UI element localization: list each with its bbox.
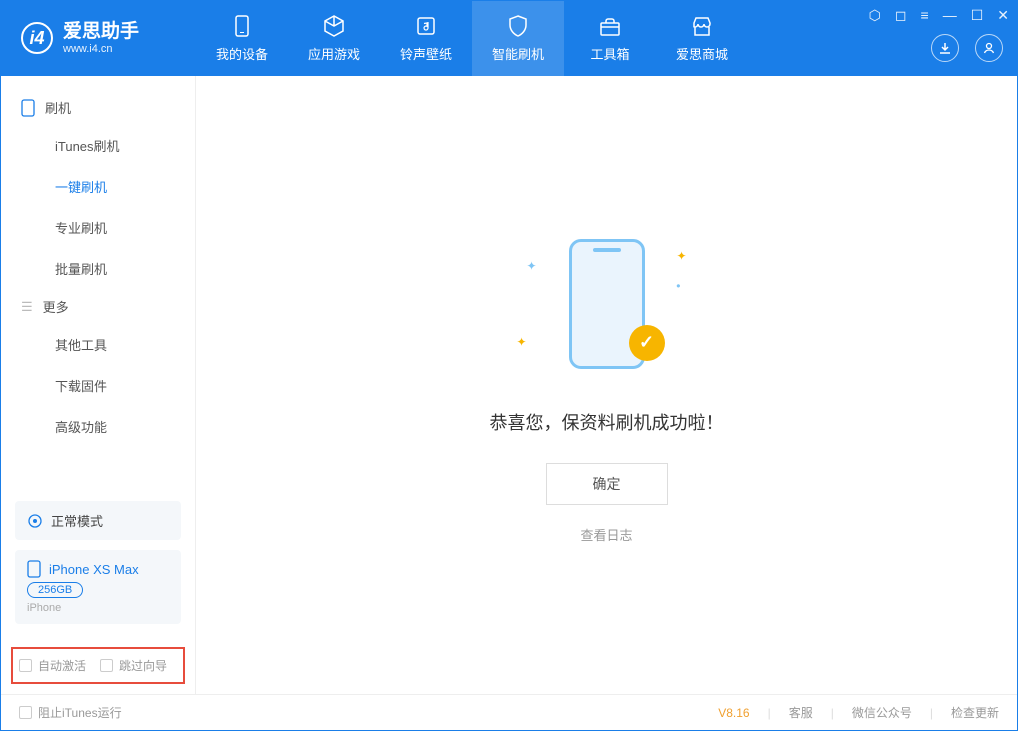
maximize-button[interactable]: ☐	[971, 7, 984, 24]
highlighted-options: 自动激活 跳过向导	[11, 647, 185, 684]
device-icon	[230, 14, 254, 38]
window-controls: ⬡ ◻ ≡ — ☐ ✕	[869, 7, 1009, 24]
stop-itunes-checkbox[interactable]: 阻止iTunes运行	[19, 704, 122, 721]
app-logo-icon: i4	[21, 22, 53, 54]
device-type: iPhone	[27, 602, 169, 614]
sparkle-icon: ✦	[676, 249, 686, 263]
sidebar-item-pro[interactable]: 专业刷机	[1, 207, 195, 248]
app-header: i4 爱思助手 www.i4.cn 我的设备 应用游戏 铃声壁纸 智能刷机 工具…	[1, 1, 1017, 76]
tab-flash[interactable]: 智能刷机	[472, 1, 564, 76]
store-icon	[690, 14, 714, 38]
footer: 阻止iTunes运行 V8.16 | 客服 | 微信公众号 | 检查更新	[1, 694, 1017, 730]
close-button[interactable]: ✕	[997, 7, 1009, 24]
sidebar-item-other[interactable]: 其他工具	[1, 324, 195, 365]
list-icon: ☰	[21, 299, 33, 315]
sparkle-icon: ✦	[527, 259, 537, 273]
checkbox-icon	[100, 659, 113, 672]
sidebar-item-itunes[interactable]: iTunes刷机	[1, 125, 195, 166]
tab-apps[interactable]: 应用游戏	[288, 1, 380, 76]
wechat-link[interactable]: 微信公众号	[852, 704, 912, 721]
mode-label: 正常模式	[51, 511, 103, 530]
toolbox-icon	[598, 14, 622, 38]
sidebar-group-more: ☰ 更多	[1, 289, 195, 324]
menu-icon[interactable]: ≡	[921, 7, 929, 24]
sidebar-item-firmware[interactable]: 下载固件	[1, 365, 195, 406]
auto-activate-checkbox[interactable]: 自动激活	[19, 657, 86, 674]
mode-box[interactable]: 正常模式	[15, 501, 181, 540]
main-content: ✦ ✦ ✦ • ✓ 恭喜您，保资料刷机成功啦！ 确定 查看日志	[196, 76, 1017, 696]
sparkle-icon: ✦	[517, 335, 527, 349]
shield-icon	[506, 14, 530, 38]
success-title: 恭喜您，保资料刷机成功啦！	[490, 409, 724, 435]
view-log-link[interactable]: 查看日志	[580, 525, 632, 544]
shirt-icon[interactable]: ⬡	[869, 7, 881, 24]
sidebar-group-flash: 刷机	[1, 90, 195, 125]
header-actions	[931, 34, 1003, 62]
check-update-link[interactable]: 检查更新	[951, 704, 999, 721]
tab-ringtones[interactable]: 铃声壁纸	[380, 1, 472, 76]
music-icon	[414, 14, 438, 38]
app-subtitle: www.i4.cn	[63, 43, 139, 55]
sidebar: 刷机 iTunes刷机 一键刷机 专业刷机 批量刷机 ☰ 更多 其他工具 下载固…	[1, 76, 196, 696]
device-capacity: 256GB	[27, 582, 83, 598]
skip-guide-checkbox[interactable]: 跳过向导	[100, 657, 167, 674]
tab-toolbox[interactable]: 工具箱	[564, 1, 656, 76]
version-label: V8.16	[718, 706, 749, 720]
success-illustration: ✦ ✦ ✦ • ✓	[497, 229, 717, 379]
app-name: 爱思助手	[63, 22, 139, 43]
device-icon	[27, 560, 41, 578]
confirm-button[interactable]: 确定	[546, 463, 668, 505]
cube-icon	[322, 14, 346, 38]
check-badge-icon: ✓	[629, 325, 665, 361]
sidebar-item-advanced[interactable]: 高级功能	[1, 406, 195, 447]
sidebar-item-oneclick[interactable]: 一键刷机	[1, 166, 195, 207]
support-link[interactable]: 客服	[789, 704, 813, 721]
nav-tabs: 我的设备 应用游戏 铃声壁纸 智能刷机 工具箱 爱思商城	[196, 1, 748, 76]
checkbox-icon	[19, 706, 32, 719]
tab-my-device[interactable]: 我的设备	[196, 1, 288, 76]
device-name: iPhone XS Max	[49, 562, 139, 577]
download-button[interactable]	[931, 34, 959, 62]
user-button[interactable]	[975, 34, 1003, 62]
device-box[interactable]: iPhone XS Max 256GB iPhone	[15, 550, 181, 624]
sync-icon	[27, 513, 43, 529]
checkbox-icon	[19, 659, 32, 672]
minimize-button[interactable]: —	[943, 7, 957, 24]
sparkle-icon: •	[676, 279, 680, 293]
device-panel: 正常模式 iPhone XS Max 256GB iPhone	[15, 501, 181, 624]
logo-section: i4 爱思助手 www.i4.cn	[1, 22, 196, 55]
phone-icon	[21, 99, 35, 117]
tab-store[interactable]: 爱思商城	[656, 1, 748, 76]
window-icon[interactable]: ◻	[895, 7, 907, 24]
sidebar-item-batch[interactable]: 批量刷机	[1, 248, 195, 289]
